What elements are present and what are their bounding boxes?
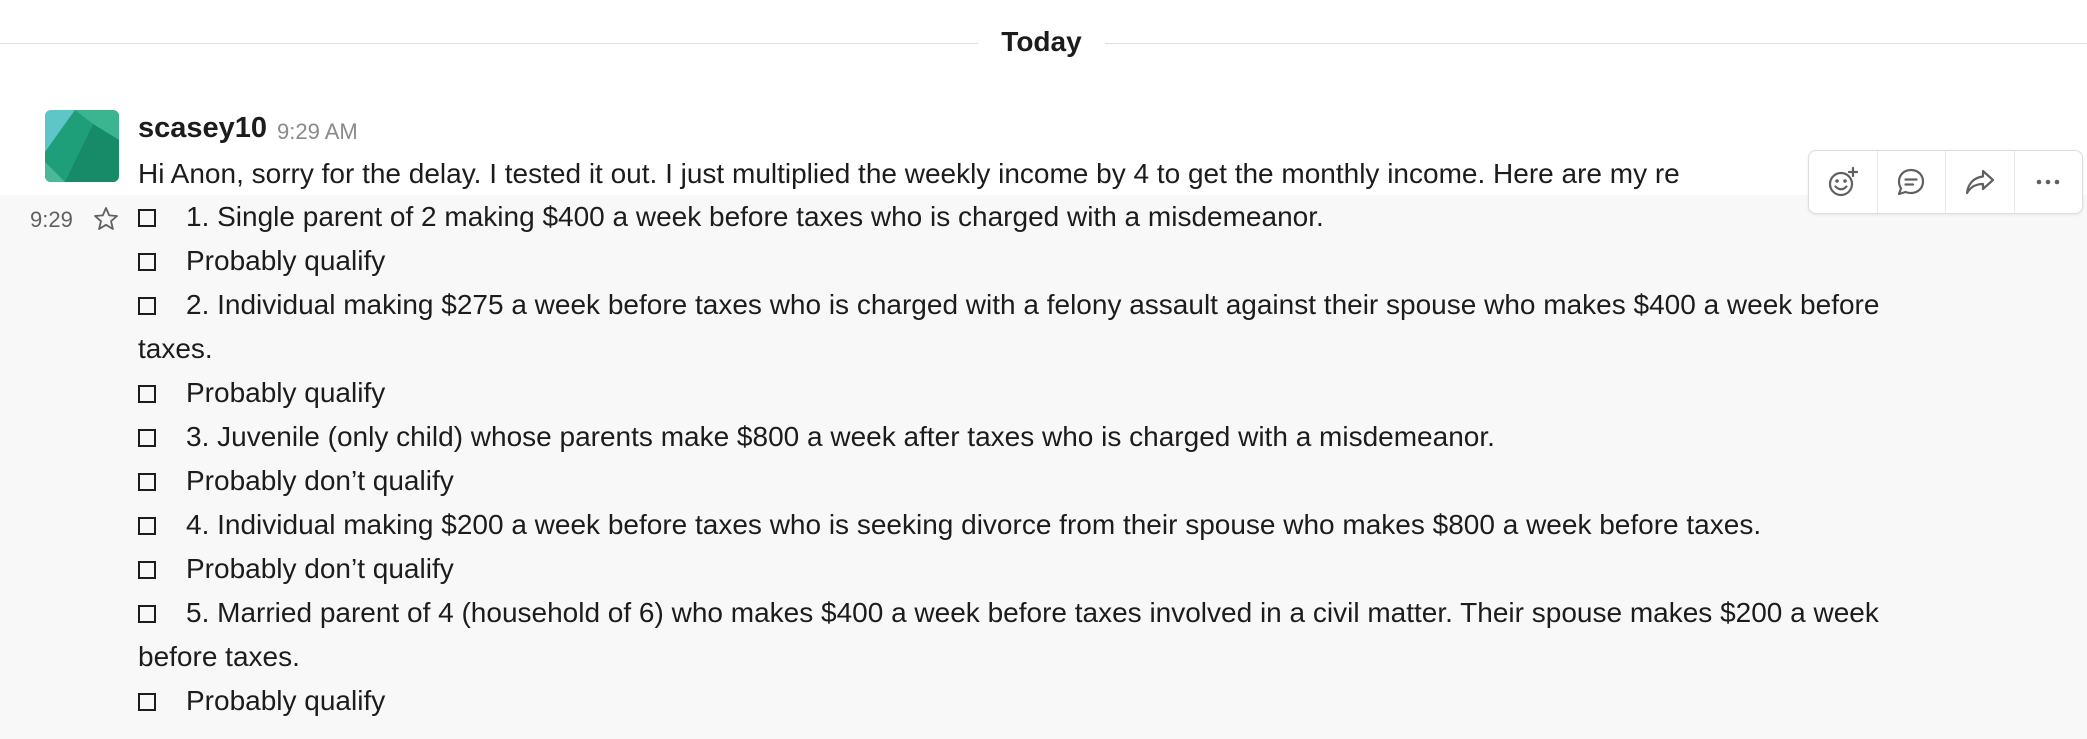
checkbox-bullet (138, 693, 156, 711)
checkbox-bullet (138, 253, 156, 271)
star-icon[interactable] (92, 205, 120, 233)
share-button[interactable] (1946, 151, 2015, 213)
add-reaction-icon (1828, 166, 1858, 197)
message-actions-toolbar (1808, 150, 2083, 214)
list-item: 2. Individual making $275 a week before … (138, 283, 1998, 327)
more-actions-icon (2036, 179, 2060, 185)
list-item: Probably qualify (138, 239, 1998, 283)
list-item: Probably qualify (138, 371, 1998, 415)
message-header: scasey10 9:29 AM Hi Anon, sorry for the … (0, 100, 2087, 195)
more-actions-button[interactable] (2015, 151, 2083, 213)
checkbox-bullet (138, 429, 156, 447)
avatar-image (45, 110, 119, 182)
add-reaction-button[interactable] (1809, 151, 1878, 213)
checkbox-bullet (138, 209, 156, 227)
checkbox-bullet (138, 517, 156, 535)
list-item: 5. Married parent of 4 (household of 6) … (138, 591, 1998, 635)
list-item: 3. Juvenile (only child) whose parents m… (138, 415, 1998, 459)
divider-line-right (1105, 43, 2087, 44)
slack-message-view: Today scasey10 9:29 AM Hi Anon, sorry fo… (0, 0, 2087, 739)
list-item: Probably don’t qualify (138, 459, 1998, 503)
checkbox-bullet (138, 297, 156, 315)
hover-timestamp[interactable]: 9:29 (30, 207, 73, 233)
reply-thread-button[interactable] (1878, 151, 1946, 213)
list-item-continuation: taxes. (138, 333, 213, 364)
day-divider-label[interactable]: Today (978, 26, 1105, 58)
list-item: 4. Individual making $200 a week before … (138, 503, 1998, 547)
message-author[interactable]: scasey10 (138, 112, 267, 145)
checkbox-bullet (138, 605, 156, 623)
message-first-line: Hi Anon, sorry for the delay. I tested i… (138, 158, 1680, 189)
list-item: 1. Single parent of 2 making $400 a week… (138, 195, 1998, 239)
divider-line-left (0, 43, 978, 44)
checkbox-bullet (138, 473, 156, 491)
checkbox-bullet (138, 561, 156, 579)
list-item-continuation: before taxes. (138, 641, 300, 672)
message-continuation: 9:29 1. Single parent of 2 making $400 a… (0, 195, 2087, 739)
list-item: Probably don’t qualify (138, 547, 1998, 591)
avatar[interactable] (45, 110, 119, 182)
checkbox-bullet (138, 385, 156, 403)
message-timestamp[interactable]: 9:29 AM (277, 119, 358, 145)
share-icon (1965, 169, 1994, 195)
message-body: 1. Single parent of 2 making $400 a week… (138, 195, 1998, 723)
list-item: Probably qualify (138, 679, 1998, 723)
reply-thread-icon (1898, 168, 1925, 196)
day-divider: Today (0, 20, 2087, 66)
